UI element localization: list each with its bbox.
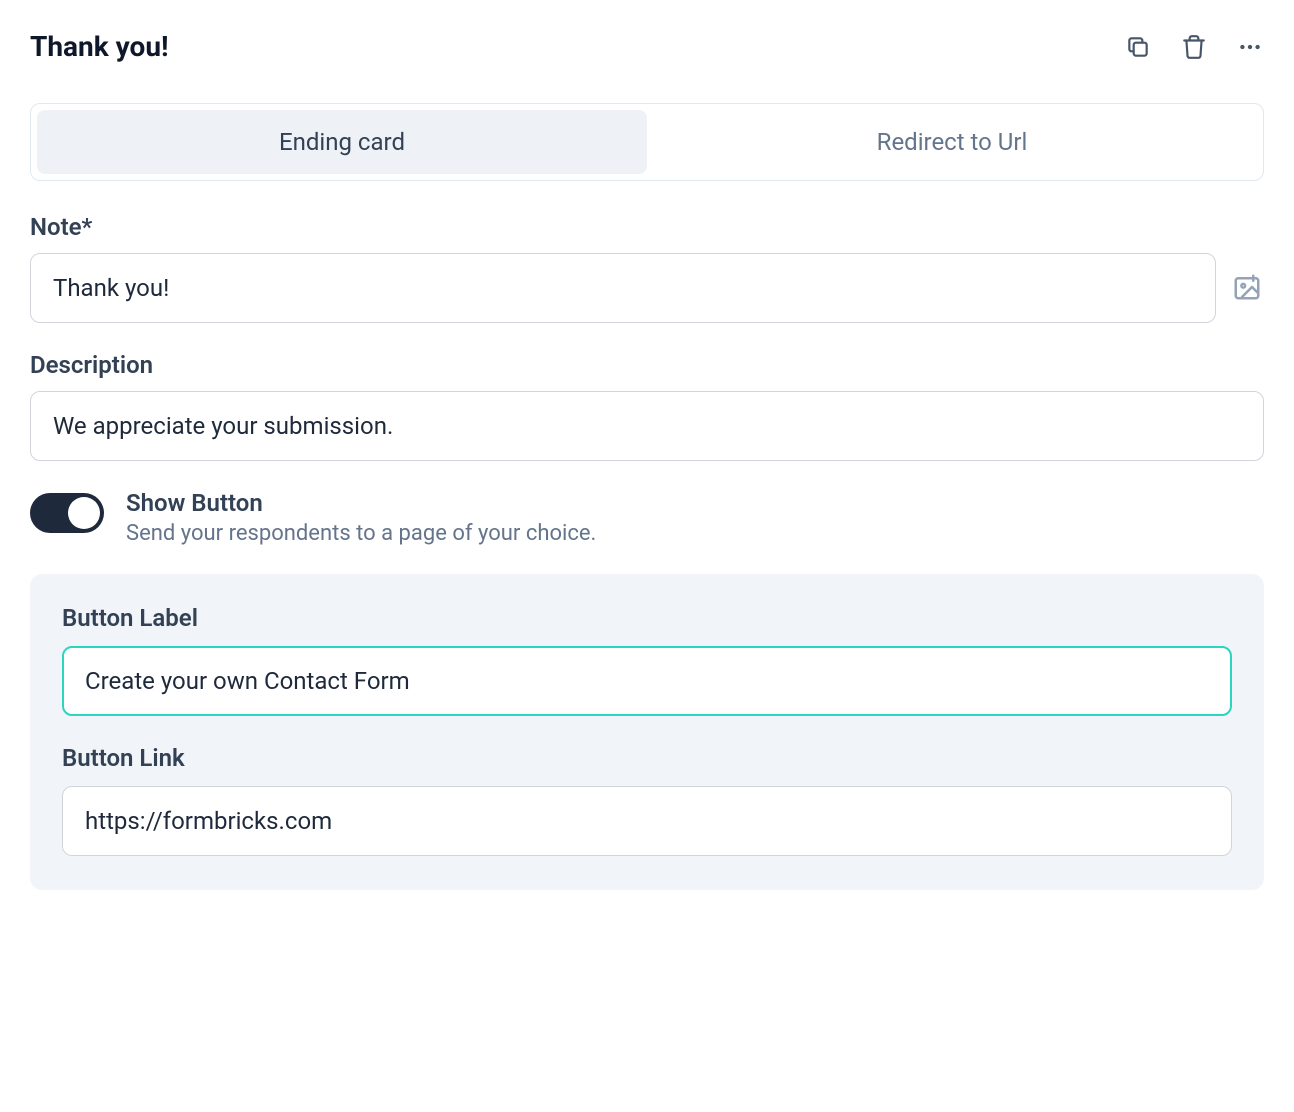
button-label-field: Button Label [62, 604, 1232, 716]
tab-redirect-url[interactable]: Redirect to Url [647, 110, 1257, 174]
button-label-input[interactable] [62, 646, 1232, 716]
trash-icon[interactable] [1180, 33, 1208, 61]
copy-icon[interactable] [1124, 33, 1152, 61]
page-title: Thank you! [30, 30, 169, 63]
description-label: Description [30, 351, 1264, 379]
description-field-group: Description [30, 351, 1264, 461]
show-button-toggle-row: Show Button Send your respondents to a p… [30, 489, 1264, 546]
button-link-label: Button Link [62, 744, 1232, 772]
tab-ending-card[interactable]: Ending card [37, 110, 647, 174]
button-label-label: Button Label [62, 604, 1232, 632]
show-button-title: Show Button [126, 489, 596, 517]
toggle-knob [68, 497, 100, 529]
header: Thank you! [30, 30, 1264, 63]
more-icon[interactable] [1236, 33, 1264, 61]
show-button-toggle[interactable] [30, 493, 104, 533]
button-link-field: Button Link [62, 744, 1232, 856]
note-input-row [30, 253, 1264, 323]
tab-container: Ending card Redirect to Url [30, 103, 1264, 181]
button-link-input[interactable] [62, 786, 1232, 856]
note-input[interactable] [30, 253, 1216, 323]
note-label: Note* [30, 213, 1264, 241]
button-panel: Button Label Button Link [30, 574, 1264, 890]
add-image-icon[interactable] [1232, 272, 1264, 304]
header-actions [1124, 33, 1264, 61]
show-button-subtitle: Send your respondents to a page of your … [126, 521, 596, 546]
toggle-text: Show Button Send your respondents to a p… [126, 489, 596, 546]
note-field-group: Note* [30, 213, 1264, 323]
description-input[interactable] [30, 391, 1264, 461]
